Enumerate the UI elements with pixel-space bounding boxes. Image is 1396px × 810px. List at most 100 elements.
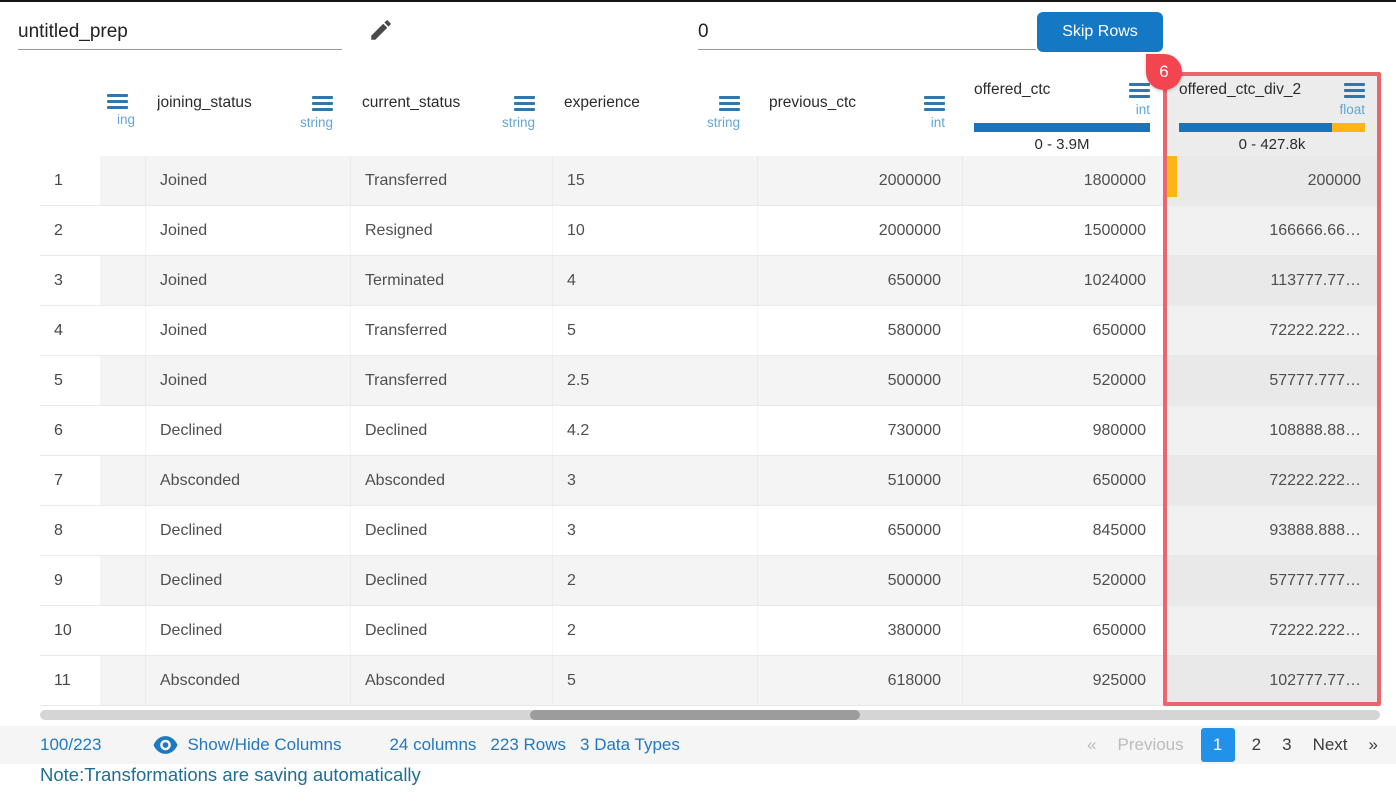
cell-previous-ctc: 500000 — [757, 556, 957, 605]
column-menu-icon[interactable] — [312, 96, 333, 111]
scrollbar-thumb[interactable] — [530, 710, 860, 720]
cell-joining-status: Joined — [145, 156, 345, 205]
last-page-button[interactable]: » — [1365, 735, 1382, 755]
cell-offered-ctc-div-2: 166666.66… — [1167, 206, 1377, 255]
edit-name-button[interactable] — [366, 16, 396, 46]
cell-offered-ctc: 650000 — [962, 606, 1162, 655]
cell-offered-ctc: 845000 — [962, 506, 1162, 555]
cell-previous-ctc: 500000 — [757, 356, 957, 405]
cell-joining-status: Absconded — [145, 456, 345, 505]
column-title: joining_status — [157, 94, 252, 112]
cell-previous-ctc: 2000000 — [757, 206, 957, 255]
cell-offered-ctc: 520000 — [962, 556, 1162, 605]
next-page-button[interactable]: Next — [1309, 735, 1352, 755]
page-button-1[interactable]: 1 — [1201, 728, 1235, 762]
column-type-label: string — [564, 115, 740, 130]
cell-hidden-partial — [105, 356, 140, 405]
pencil-icon — [368, 31, 394, 46]
column-title: offered_ctc — [974, 81, 1050, 99]
first-page-button[interactable]: « — [1083, 735, 1100, 755]
cell-offered-ctc-div-2: 113777.77… — [1167, 256, 1377, 305]
column-menu-icon[interactable] — [1344, 83, 1365, 98]
header-offered-ctc-div-2[interactable]: offered_ctc_div_2 float 0 - 427.8k — [1167, 72, 1377, 156]
column-title: experience — [564, 94, 640, 112]
header-current-status[interactable]: current_status string — [350, 72, 547, 156]
column-menu-icon[interactable] — [107, 94, 128, 109]
cell-offered-ctc: 925000 — [962, 656, 1162, 705]
top-toolbar: Skip Rows — [0, 2, 1396, 64]
cell-current-status: Declined — [350, 506, 547, 555]
previous-page-button[interactable]: Previous — [1113, 735, 1187, 755]
column-type-label: int — [769, 115, 945, 130]
cell-experience: 2 — [552, 606, 752, 655]
cell-joining-status: Joined — [145, 356, 345, 405]
value-distribution-bar — [974, 123, 1150, 132]
cell-previous-ctc: 380000 — [757, 606, 957, 655]
header-joining-status[interactable]: joining_status string — [145, 72, 345, 156]
cell-previous-ctc: 650000 — [757, 506, 957, 555]
column-type-label: int — [974, 102, 1150, 117]
header-partial-column[interactable]: ing — [105, 72, 140, 156]
cell-hidden-partial — [105, 306, 140, 355]
row-number: 1 — [40, 156, 100, 205]
cell-experience: 4.2 — [552, 406, 752, 455]
header-experience[interactable]: experience string — [552, 72, 752, 156]
cell-offered-ctc: 520000 — [962, 356, 1162, 405]
show-hide-columns-button[interactable]: Show/Hide Columns — [153, 735, 341, 755]
cell-experience: 2.5 — [552, 356, 752, 405]
table-row: 4 Joined Transferred 5 580000 650000 722… — [40, 306, 1377, 356]
cell-hidden-partial — [105, 406, 140, 455]
cell-current-status: Declined — [350, 406, 547, 455]
column-menu-icon[interactable] — [719, 96, 740, 111]
pagination: « Previous 1 2 3 Next » — [1083, 728, 1382, 762]
cell-joining-status: Joined — [145, 206, 345, 255]
header-offered-ctc[interactable]: offered_ctc int 0 - 3.9M — [962, 72, 1162, 156]
cell-current-status: Absconded — [350, 656, 547, 705]
column-menu-icon[interactable] — [1129, 83, 1150, 98]
cell-hidden-partial — [105, 556, 140, 605]
page-button-2[interactable]: 2 — [1248, 735, 1265, 755]
table-row: 7 Absconded Absconded 3 510000 650000 72… — [40, 456, 1377, 506]
cell-hidden-partial — [105, 256, 140, 305]
column-title: current_status — [362, 94, 460, 112]
cell-offered-ctc-div-2: 93888.888… — [1167, 506, 1377, 555]
cell-hidden-partial — [105, 506, 140, 555]
row-number: 2 — [40, 206, 100, 255]
rows-count: 223 Rows — [490, 735, 566, 755]
header-previous-ctc[interactable]: previous_ctc int — [757, 72, 957, 156]
prep-name-input[interactable] — [18, 14, 342, 50]
cell-hidden-partial — [105, 656, 140, 705]
cell-offered-ctc: 650000 — [962, 306, 1162, 355]
cell-experience: 5 — [552, 656, 752, 705]
cell-joining-status: Declined — [145, 506, 345, 555]
cell-current-status: Declined — [350, 556, 547, 605]
cell-current-status: Transferred — [350, 306, 547, 355]
column-type-label: ing — [117, 112, 128, 127]
page-button-3[interactable]: 3 — [1278, 735, 1295, 755]
data-types-count: 3 Data Types — [580, 735, 680, 755]
cell-offered-ctc-div-2: 57777.777… — [1167, 356, 1377, 405]
skip-rows-input[interactable] — [698, 14, 1036, 50]
table-row: 1 Joined Transferred 15 2000000 1800000 … — [40, 156, 1377, 206]
row-number: 6 — [40, 406, 100, 455]
columns-count: 24 columns — [389, 735, 476, 755]
table-footer: 100/223 Show/Hide Columns 24 columns 223… — [0, 726, 1396, 764]
row-number: 9 — [40, 556, 100, 605]
skip-rows-button[interactable]: Skip Rows — [1037, 12, 1163, 52]
row-number: 10 — [40, 606, 100, 655]
cell-joining-status: Absconded — [145, 656, 345, 705]
cell-offered-ctc: 1024000 — [962, 256, 1162, 305]
cell-current-status: Terminated — [350, 256, 547, 305]
cell-previous-ctc: 650000 — [757, 256, 957, 305]
cell-experience: 3 — [552, 506, 752, 555]
cell-joining-status: Joined — [145, 256, 345, 305]
column-menu-icon[interactable] — [924, 96, 945, 111]
column-menu-icon[interactable] — [514, 96, 535, 111]
header-row-number — [40, 72, 100, 156]
cell-offered-ctc-div-2: 72222.222… — [1167, 456, 1377, 505]
column-title: previous_ctc — [769, 94, 856, 112]
cell-current-status: Transferred — [350, 356, 547, 405]
horizontal-scrollbar[interactable] — [40, 710, 1380, 720]
cell-previous-ctc: 618000 — [757, 656, 957, 705]
show-hide-columns-label: Show/Hide Columns — [187, 735, 341, 755]
